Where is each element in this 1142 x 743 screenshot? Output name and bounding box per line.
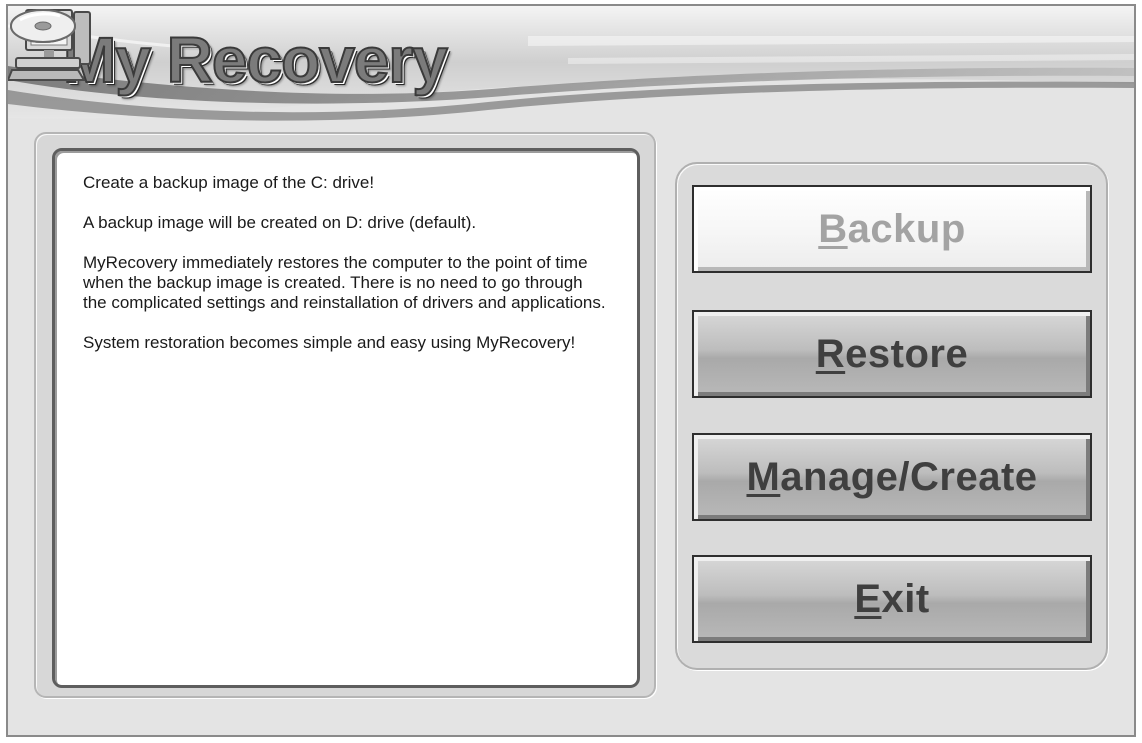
backup-button-label: Backup (818, 209, 966, 249)
manage-create-button-label: Manage/Create (746, 457, 1037, 497)
exit-button[interactable]: Exit (692, 555, 1092, 643)
info-paragraph: System restoration becomes simple and ea… (83, 333, 576, 352)
app-logo: My Recovery (62, 24, 449, 96)
mnemonic-letter: B (818, 207, 848, 251)
button-label-rest: estore (845, 332, 969, 376)
button-label-rest: anage/Create (780, 455, 1038, 499)
header-banner: My Recovery (8, 6, 1134, 126)
mnemonic-letter: E (854, 577, 882, 621)
button-label-rest: xit (881, 577, 930, 621)
button-label-rest: ackup (847, 207, 966, 251)
exit-button-label: Exit (854, 579, 929, 619)
backup-button[interactable]: Backup (692, 185, 1092, 273)
restore-button-label: Restore (816, 334, 968, 374)
info-paragraph: MyRecovery immediately restores the comp… (83, 253, 606, 312)
manage-create-button[interactable]: Manage/Create (692, 433, 1092, 521)
info-panel: Create a backup image of the C: drive! A… (52, 148, 640, 688)
info-paragraph: Create a backup image of the C: drive! (83, 173, 375, 192)
restore-button[interactable]: Restore (692, 310, 1092, 398)
disc-icon (10, 9, 76, 43)
mnemonic-letter: M (746, 455, 781, 499)
mnemonic-letter: R (815, 332, 846, 376)
info-paragraph: A backup image will be created on D: dri… (83, 213, 477, 232)
